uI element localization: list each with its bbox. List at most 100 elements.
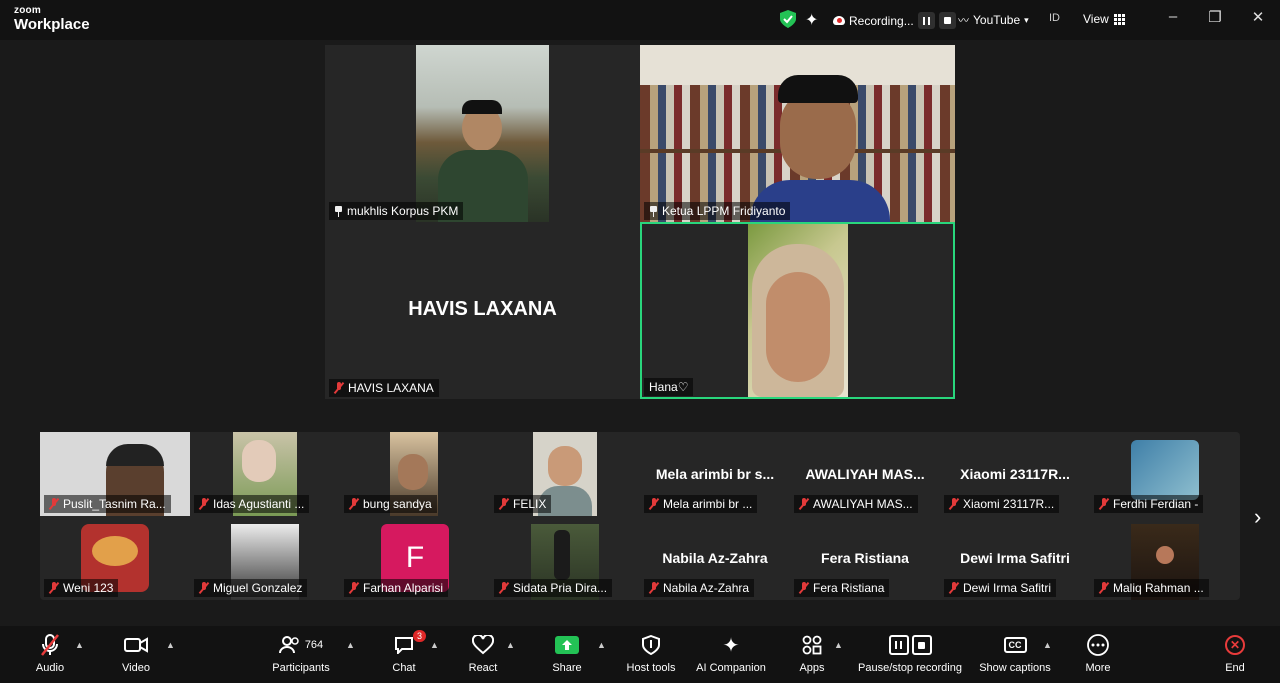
video-options-caret-icon[interactable]: ▲ — [166, 640, 175, 650]
muted-mic-icon — [499, 582, 509, 594]
muted-mic-icon — [649, 582, 659, 594]
pause-recording-button[interactable] — [917, 12, 935, 29]
participant-name: Idas Agustianti ... — [213, 497, 305, 511]
strip-tile[interactable]: Nabila Az-Zahra Nabila Az-Zahra — [640, 516, 790, 600]
apps-label: Apps — [799, 662, 825, 674]
close-icon[interactable]: ✕ — [1248, 8, 1268, 26]
participant-name-tag: HAVIS LAXANA — [329, 379, 439, 397]
audio-options-caret-icon[interactable]: ▲ — [75, 640, 84, 650]
minimize-icon[interactable]: – — [1163, 8, 1183, 25]
end-label: End — [1225, 662, 1245, 674]
strip-tile[interactable]: Ferdhi Ferdian - — [1090, 432, 1240, 516]
strip-tile[interactable]: Puslit_Tasnim Ra... — [40, 432, 190, 516]
participant-name: Sidata Pria Dira... — [513, 581, 608, 595]
apps-options-caret-icon[interactable]: ▲ — [834, 640, 843, 650]
recording-label: Recording... — [849, 13, 914, 28]
cloud-recording-icon — [833, 16, 845, 25]
chat-bubble-icon — [395, 637, 413, 654]
participant-name-tag: Ferdhi Ferdian - — [1094, 495, 1204, 513]
restore-icon[interactable]: ❐ — [1205, 8, 1225, 26]
chat-label: Chat — [392, 662, 416, 674]
more-button[interactable]: More — [1082, 632, 1114, 674]
strip-tile[interactable]: Idas Agustianti ... — [190, 432, 340, 516]
muted-mic-icon — [949, 498, 959, 510]
muted-mic-icon — [49, 498, 59, 510]
react-label: React — [468, 662, 498, 674]
participant-name-tag: Nabila Az-Zahra — [644, 579, 755, 597]
participant-display-name: AWALIYAH MAS... — [805, 466, 925, 482]
audio-label: Audio — [35, 662, 65, 674]
strip-tile[interactable]: Sidata Pria Dira... — [490, 516, 640, 600]
chat-options-caret-icon[interactable]: ▲ — [430, 640, 439, 650]
participant-name: Fera Ristiana — [813, 581, 885, 595]
participant-name: Weni 123 — [63, 581, 114, 595]
audio-button[interactable]: Audio — [30, 632, 70, 674]
video-tile-hana-active-speaker[interactable]: Hana♡ — [640, 222, 955, 399]
view-label: View — [1083, 12, 1109, 26]
video-button[interactable]: Video — [116, 632, 156, 674]
stop-recording-button[interactable] — [938, 12, 956, 29]
participant-name-tag: Mela arimbi br ... — [644, 495, 758, 513]
chat-button[interactable]: 3 Chat — [388, 630, 426, 674]
strip-tile[interactable]: Miguel Gonzalez — [190, 516, 340, 600]
captions-options-caret-icon[interactable]: ▲ — [1043, 640, 1052, 650]
strip-tile[interactable]: Mela arimbi br s... Mela arimbi br ... — [640, 432, 790, 516]
video-tile-mukhlis[interactable]: mukhlis Korpus PKM — [325, 45, 640, 222]
recording-indicator[interactable]: Recording... — [833, 12, 956, 29]
apps-button[interactable]: Apps — [796, 632, 828, 674]
participant-name: Ketua LPPM Fridiyanto — [662, 204, 786, 218]
stop-icon — [911, 635, 932, 655]
strip-tile[interactable]: Fera Ristiana Fera Ristiana — [790, 516, 940, 600]
participants-button[interactable]: 764 Participants — [270, 632, 332, 674]
share-screen-icon — [555, 636, 579, 654]
video-tile-ketua[interactable]: Ketua LPPM Fridiyanto — [640, 45, 955, 222]
participant-name: Farhan Alparisi — [363, 581, 444, 595]
participant-name: HAVIS LAXANA — [348, 381, 434, 395]
show-captions-button[interactable]: CC Show captions — [978, 632, 1052, 674]
strip-tile[interactable]: AWALIYAH MAS... AWALIYAH MAS... — [790, 432, 940, 516]
security-shield-icon[interactable] — [780, 10, 796, 28]
youtube-live-menu[interactable]: 〰 YouTube ▾ — [958, 12, 1029, 28]
participant-name: Puslit_Tasnim Ra... — [63, 497, 166, 511]
participant-name-tag: Farhan Alparisi — [344, 579, 449, 597]
muted-mic-icon — [799, 498, 809, 510]
pause-stop-recording-label: Pause/stop recording — [858, 662, 962, 674]
video-tile-havis[interactable]: HAVIS LAXANA HAVIS LAXANA — [325, 222, 640, 399]
next-page-chevron-icon[interactable]: › — [1254, 504, 1261, 530]
host-tools-button[interactable]: Host tools — [624, 632, 678, 674]
ai-companion-sparkle-icon: ✦ — [722, 634, 740, 657]
participant-name-tag: Weni 123 — [44, 579, 119, 597]
muted-mic-icon — [349, 498, 359, 510]
view-menu[interactable]: View — [1083, 12, 1125, 26]
pause-stop-recording-button[interactable]: Pause/stop recording — [858, 632, 962, 674]
ai-sparkle-icon[interactable]: ✦ — [805, 10, 818, 30]
closed-captions-icon: CC — [1003, 637, 1027, 653]
share-button[interactable]: Share — [550, 632, 584, 674]
participant-name-tag: FELIX — [494, 495, 552, 513]
language-indicator[interactable]: ID — [1049, 12, 1060, 24]
heart-icon — [472, 635, 494, 655]
muted-mic-icon — [499, 498, 509, 510]
show-captions-label: Show captions — [979, 662, 1051, 674]
participant-name-tag: Idas Agustianti ... — [194, 495, 310, 513]
react-button[interactable]: React — [466, 632, 500, 674]
meeting-toolbar: Audio ▲ Video ▲ 764 Participants ▲ 3 Cha… — [0, 626, 1280, 683]
participant-name: Mela arimbi br ... — [663, 497, 753, 511]
strip-tile[interactable]: FELIX — [490, 432, 640, 516]
end-meeting-button[interactable]: ✕ End — [1220, 632, 1250, 674]
strip-tile[interactable]: Weni 123 — [40, 516, 190, 600]
strip-tile[interactable]: Maliq Rahman ... — [1090, 516, 1240, 600]
react-options-caret-icon[interactable]: ▲ — [506, 640, 515, 650]
strip-tile[interactable]: Dewi Irma Safitri Dewi Irma Safitri — [940, 516, 1090, 600]
share-options-caret-icon[interactable]: ▲ — [597, 640, 606, 650]
participant-video — [640, 45, 955, 222]
strip-tile[interactable]: F Farhan Alparisi — [340, 516, 490, 600]
ai-companion-button[interactable]: ✦ AI Companion — [694, 632, 768, 675]
participant-video — [748, 224, 848, 397]
strip-tile[interactable]: Xiaomi 23117R... Xiaomi 23117R... — [940, 432, 1090, 516]
participant-name-tag: Xiaomi 23117R... — [944, 495, 1060, 513]
participants-options-caret-icon[interactable]: ▲ — [346, 640, 355, 650]
participant-name: Miguel Gonzalez — [213, 581, 303, 595]
strip-tile[interactable]: bung sandya — [340, 432, 490, 516]
participant-name: AWALIYAH MAS... — [813, 497, 913, 511]
